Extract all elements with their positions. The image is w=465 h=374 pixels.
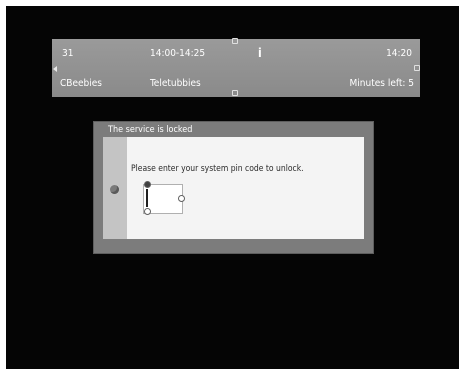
dialog-message: Please enter your system pin code to unl… bbox=[131, 164, 304, 174]
programme-time-range: 14:00-14:25 bbox=[150, 48, 206, 59]
nav-up-marker-icon bbox=[232, 38, 238, 44]
service-locked-dialog: The service is locked Please enter your … bbox=[94, 122, 373, 253]
dialog-title: The service is locked bbox=[108, 125, 193, 135]
current-clock: 14:20 bbox=[386, 48, 412, 59]
minutes-left: Minutes left: 5 bbox=[349, 78, 414, 89]
dialog-side-strip bbox=[103, 137, 127, 239]
handle-bottom-icon bbox=[144, 208, 151, 215]
tv-screen: 31 14:00-14:25 i 14:20 CBeebies Teletubb… bbox=[6, 6, 459, 369]
channel-name: CBeebies bbox=[60, 78, 102, 89]
nav-right-marker-icon bbox=[414, 65, 420, 71]
programme-title: Teletubbies bbox=[150, 78, 201, 89]
handle-top-icon bbox=[144, 181, 151, 188]
nav-down-marker-icon bbox=[232, 90, 238, 96]
lock-icon bbox=[110, 185, 119, 194]
nav-left-arrow-icon[interactable] bbox=[53, 66, 57, 72]
dialog-body: Please enter your system pin code to unl… bbox=[103, 137, 364, 239]
channel-number: 31 bbox=[62, 48, 74, 59]
text-cursor-icon bbox=[146, 189, 148, 207]
info-icon[interactable]: i bbox=[258, 46, 262, 60]
handle-right-icon bbox=[178, 195, 185, 202]
pin-code-input[interactable] bbox=[143, 181, 185, 215]
channel-info-bar: 31 14:00-14:25 i 14:20 CBeebies Teletubb… bbox=[52, 38, 420, 97]
